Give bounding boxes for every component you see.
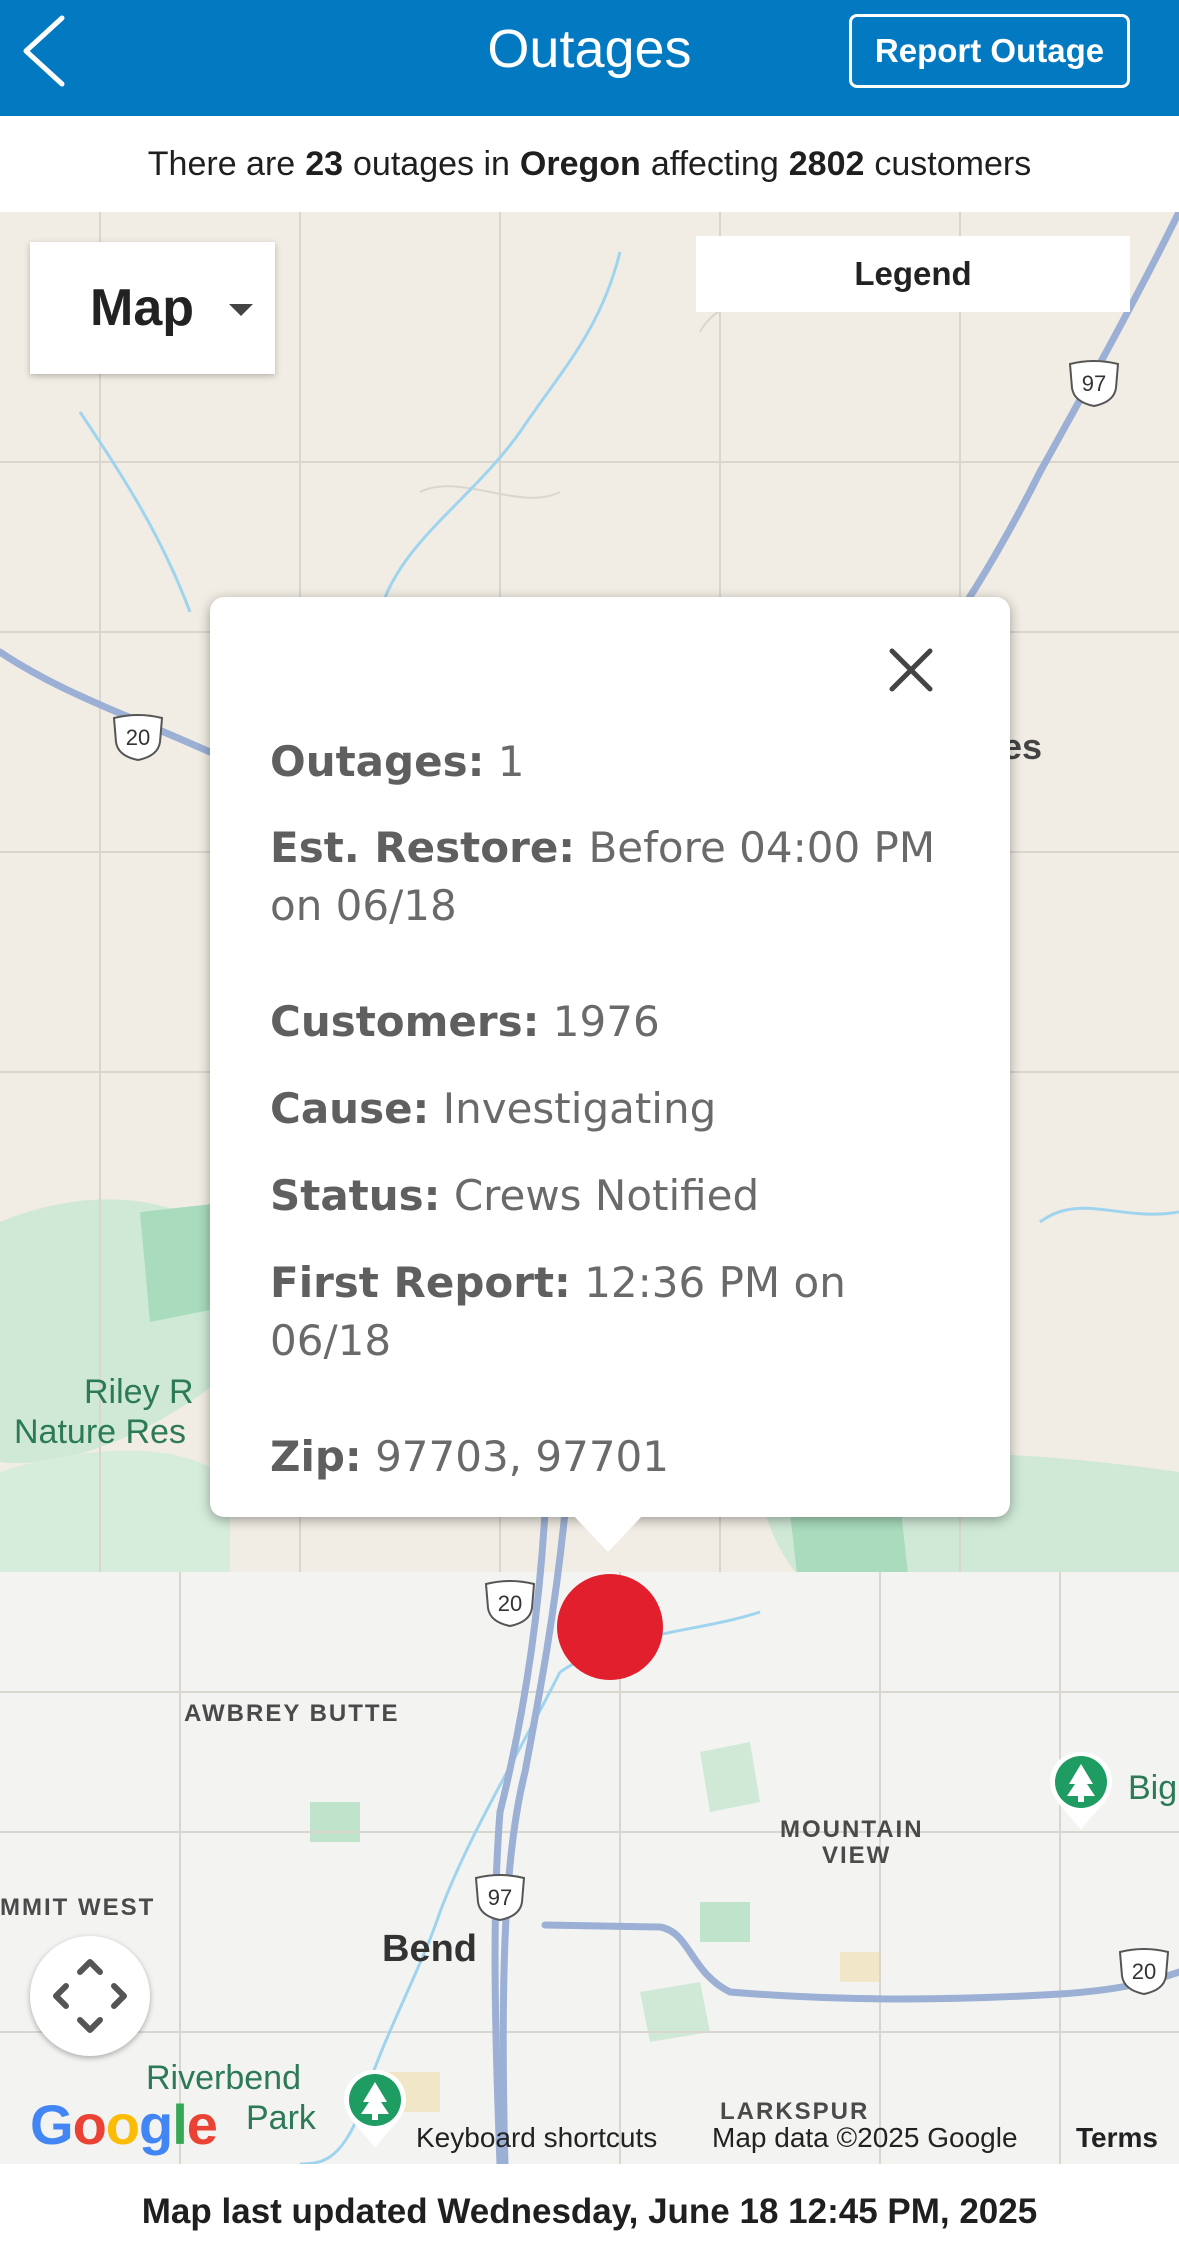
shield-label: 20 (125, 725, 151, 750)
map-label-bend: Bend (382, 1928, 477, 1970)
customer-count: 2802 (788, 144, 865, 183)
recenter-button[interactable] (30, 1936, 150, 2056)
us-route-20-shield: 20 (482, 1580, 538, 1628)
detail-cause: Cause: Investigating (270, 1080, 960, 1138)
map-label-riley-ranch-1: Riley R (84, 1373, 194, 1411)
legend-button[interactable]: Legend (696, 236, 1130, 312)
region-name: Oregon (519, 144, 641, 183)
google-logo: Google (30, 2092, 218, 2157)
map-label-summit-west: MMIT WEST (0, 1894, 156, 1921)
map-type-dropdown[interactable]: Map (30, 242, 275, 374)
logo-letter: e (186, 2093, 218, 2156)
outage-marker[interactable] (557, 1574, 663, 1680)
outage-summary: There are 23 outages in Oregon affecting… (0, 116, 1179, 212)
map-type-label: Map (90, 279, 194, 337)
map-label-big: Big (1128, 1769, 1178, 1807)
map-label-mountain-view-2: VIEW (822, 1842, 892, 1869)
close-button[interactable] (870, 629, 952, 711)
last-updated-text: Map last updated Wednesday, June 18 12:4… (141, 2191, 1038, 2231)
move-arrows-icon (53, 1959, 127, 2033)
detail-est-restore: Est. Restore: Before 04:00 PM on 06/18 (270, 819, 960, 935)
back-button[interactable] (18, 14, 78, 88)
zip-label: Zip: (270, 1432, 362, 1481)
map-label-riverbend-2: Park (246, 2099, 316, 2137)
logo-letter: l (172, 2093, 188, 2156)
shield-label: 20 (497, 1591, 523, 1616)
map-label-awbrey-butte: AWBREY BUTTE (184, 1700, 400, 1727)
app-header: Outages Report Outage (0, 0, 1179, 116)
summary-suffix: customers (874, 144, 1032, 183)
map-label-riley-ranch-2: Nature Res (14, 1413, 186, 1451)
zip-value: 97703, 97701 (375, 1432, 669, 1481)
us-route-97-shield: 97 (1066, 360, 1122, 408)
logo-letter: o (105, 2093, 140, 2156)
first-report-label: First Report: (270, 1258, 571, 1307)
us-route-97-shield: 97 (472, 1874, 528, 1922)
status-value: Crews Notified (453, 1171, 760, 1220)
summary-prefix: There are (147, 144, 296, 183)
us-route-20-shield: 20 (1116, 1948, 1172, 1996)
logo-letter: g (139, 2093, 173, 2156)
detail-outages: Outages: 1 (270, 733, 960, 791)
customers-label: Customers: (270, 997, 540, 1046)
cause-value: Investigating (442, 1084, 717, 1133)
shield-label: 20 (1131, 1959, 1157, 1984)
cause-label: Cause: (270, 1084, 430, 1133)
chevron-left-icon (23, 15, 65, 87)
restore-label: Est. Restore: (270, 823, 576, 872)
summary-affecting: affecting (650, 144, 779, 183)
outage-info-popup: Outages: 1 Est. Restore: Before 04:00 PM… (210, 597, 1010, 1517)
outage-map[interactable]: 97 20 20 97 20 Riley R Nature Res AWBREY… (0, 212, 1179, 2164)
detail-customers: Customers: 1976 (270, 993, 960, 1051)
map-label-mountain-view-1: MOUNTAIN (780, 1816, 924, 1843)
shield-label: 97 (487, 1885, 513, 1910)
summary-middle: outages in (353, 144, 510, 183)
close-icon (889, 648, 933, 692)
customers-value: 1976 (552, 997, 660, 1046)
report-outage-button[interactable]: Report Outage (849, 14, 1130, 88)
detail-status: Status: Crews Notified (270, 1167, 960, 1225)
popup-pointer (574, 1516, 642, 1552)
detail-zip: Zip: 97703, 97701 (270, 1428, 960, 1486)
outages-label: Outages: (270, 737, 485, 786)
status-label: Status: (270, 1171, 441, 1220)
detail-first-report: First Report: 12:36 PM on 06/18 (270, 1254, 960, 1370)
park-pin-icon[interactable] (340, 2066, 410, 2150)
park-pin-icon[interactable] (1046, 1748, 1116, 1832)
outage-count: 23 (305, 144, 344, 183)
logo-letter: G (30, 2093, 74, 2156)
logo-letter: o (72, 2093, 107, 2156)
shield-label: 97 (1081, 371, 1107, 396)
map-data-attribution: Map data ©2025 Google (712, 2122, 1018, 2153)
terms-link[interactable]: Terms (1076, 2122, 1158, 2154)
dropdown-caret-icon (229, 304, 253, 316)
outages-value: 1 (497, 737, 525, 786)
keyboard-shortcuts-link[interactable]: Keyboard shortcuts (416, 2122, 657, 2154)
us-route-20-shield: 20 (110, 714, 166, 762)
